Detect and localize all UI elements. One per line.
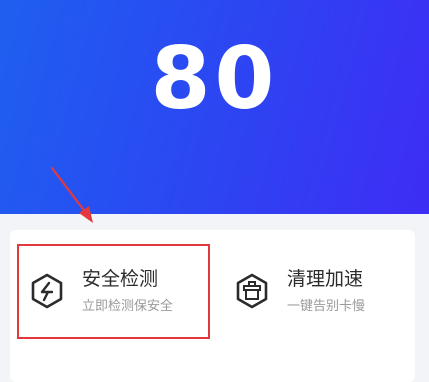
score-header: 80 (0, 0, 429, 214)
phone-screen: 80 安全检测 立即检测保安全 清理加速 一键告别卡慢 (0, 0, 429, 382)
trash-cleanup-icon (233, 272, 271, 310)
security-check-title: 安全检测 (82, 268, 159, 290)
security-check-button[interactable]: 安全检测 立即检测保安全 (20, 250, 210, 334)
score-value: 80 (150, 29, 279, 129)
cleanup-speedup-subtitle: 一键告别卡慢 (287, 299, 366, 314)
cleanup-speedup-button[interactable]: 清理加速 一键告别卡慢 (225, 250, 410, 334)
cleanup-speedup-title: 清理加速 (287, 268, 364, 290)
lightning-shield-icon (28, 272, 66, 310)
security-check-subtitle: 立即检测保安全 (82, 299, 174, 314)
